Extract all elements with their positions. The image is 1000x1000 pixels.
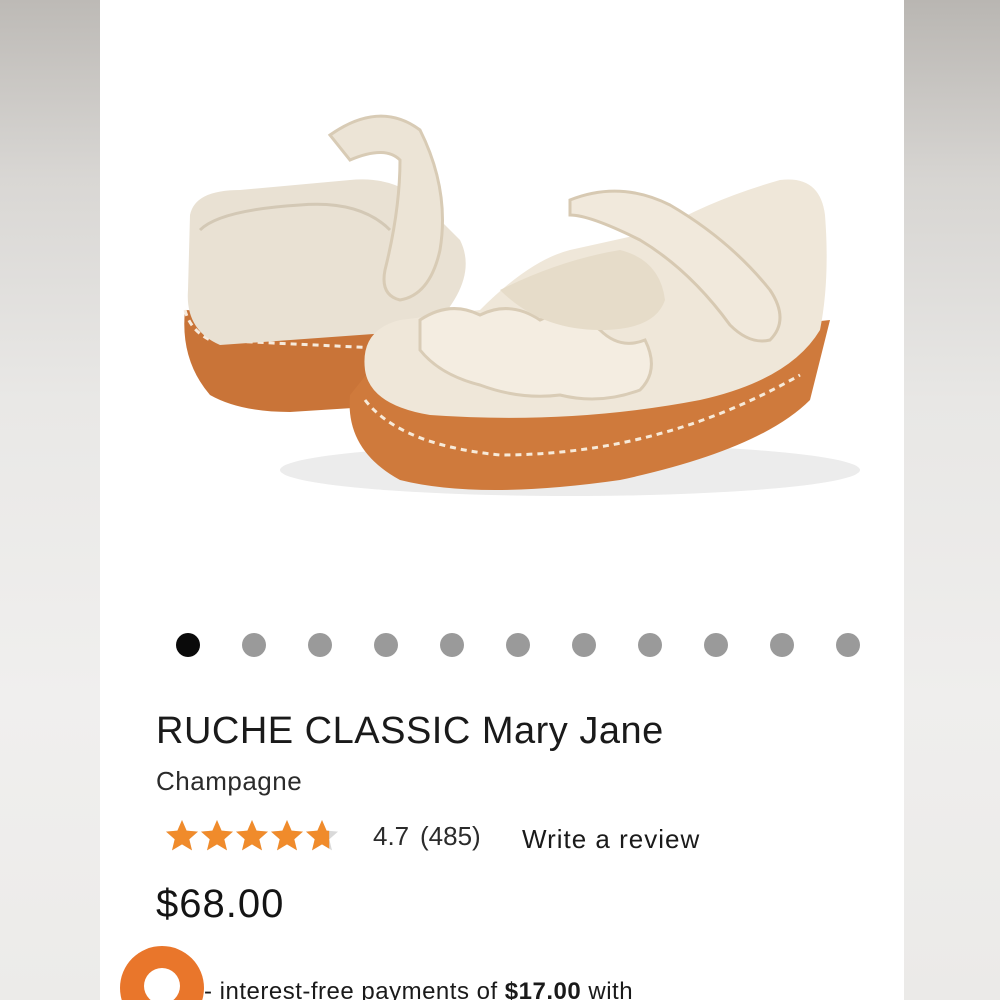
background-blur-right bbox=[904, 0, 1000, 1000]
product-title: RUCHE CLASSIC Mary Jane bbox=[156, 710, 664, 752]
gallery-dot[interactable] bbox=[638, 633, 662, 657]
gallery-dot[interactable] bbox=[572, 633, 596, 657]
star-icon bbox=[271, 820, 303, 851]
rating-row: 4.7 (485) Write a review bbox=[164, 818, 804, 858]
gallery-dot[interactable] bbox=[242, 633, 266, 657]
product-color: Champagne bbox=[156, 766, 303, 796]
shoes-illustration bbox=[183, 114, 860, 496]
gallery-dot[interactable] bbox=[704, 633, 728, 657]
background-blur-left bbox=[0, 0, 100, 1000]
installment-text: - interest-free payments of $17.00 with bbox=[204, 978, 633, 1000]
installment-prefix: interest-free payments of bbox=[219, 978, 505, 1000]
gallery-dot[interactable] bbox=[440, 633, 464, 657]
installment-amount: $17.00 bbox=[504, 978, 582, 1000]
afterpay-logo-icon[interactable] bbox=[120, 946, 204, 1000]
rating-count[interactable]: (485) bbox=[420, 821, 481, 852]
installment-row: - interest-free payments of $17.00 with bbox=[100, 940, 904, 1000]
product-price: $68.00 bbox=[156, 882, 285, 926]
product-page: RUCHE CLASSIC Mary Jane Champagne 4.7 (4… bbox=[100, 0, 904, 1000]
star-icon bbox=[201, 820, 233, 851]
gallery-dot[interactable] bbox=[506, 633, 530, 657]
gallery-dot[interactable] bbox=[770, 633, 794, 657]
star-rating[interactable] bbox=[164, 818, 344, 854]
star-icon bbox=[236, 820, 268, 851]
star-icon bbox=[306, 820, 338, 851]
write-review-link[interactable]: Write a review bbox=[522, 824, 700, 855]
gallery-dot[interactable] bbox=[176, 633, 200, 657]
star-icon bbox=[166, 820, 198, 851]
gallery-dot[interactable] bbox=[836, 633, 860, 657]
gallery-dot[interactable] bbox=[308, 633, 332, 657]
installment-suffix: with bbox=[581, 978, 634, 1000]
gallery-pagination bbox=[176, 633, 876, 657]
rating-value: 4.7 bbox=[373, 821, 410, 851]
product-image[interactable] bbox=[100, 0, 904, 600]
gallery-dot[interactable] bbox=[374, 633, 398, 657]
